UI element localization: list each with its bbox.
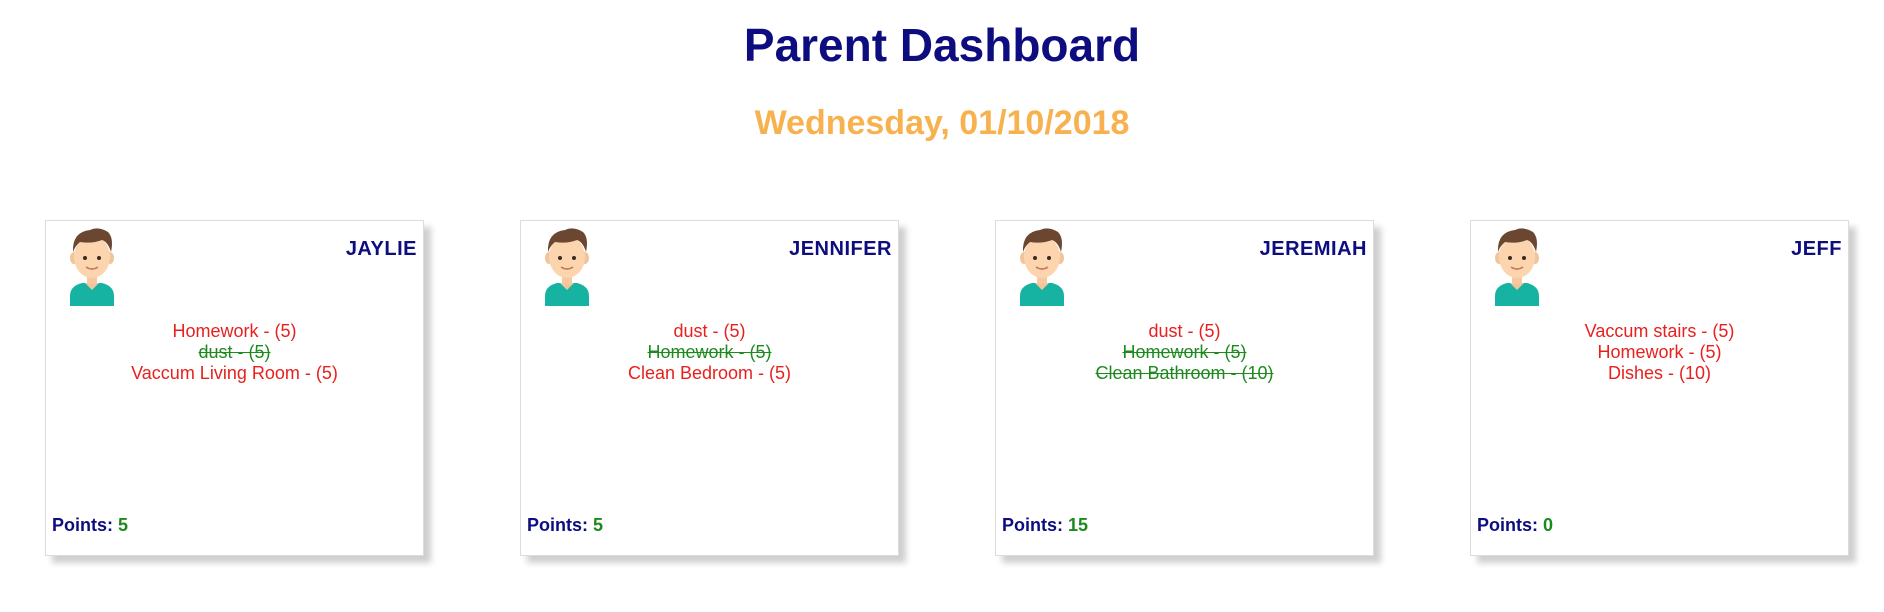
boy-avatar-icon — [1495, 228, 1539, 306]
child-name: JAYLIE — [345, 238, 417, 260]
chore-item[interactable]: Homework - (5) — [996, 342, 1373, 363]
points-summary: Points: 5 — [52, 515, 128, 536]
chore-list: dust - (5) Homework - (5) Clean Bedroom … — [521, 321, 898, 384]
child-name: JEREMIAH — [1259, 238, 1367, 260]
chore-item[interactable]: Vaccum stairs - (5) — [1471, 321, 1848, 342]
chore-item[interactable]: dust - (5) — [46, 342, 423, 363]
current-date: Wednesday, 01/10/2018 — [754, 104, 1130, 142]
points-value: 15 — [1068, 515, 1089, 535]
points-value: 5 — [118, 515, 129, 535]
points-label: Points: — [527, 515, 588, 535]
points-summary: Points: 0 — [1477, 515, 1553, 536]
child-card-jeff[interactable]: JEFF Vaccum stairs - (5) Homework - (5) … — [1470, 220, 1849, 556]
child-card-jeremiah[interactable]: JEREMIAH dust - (5) Homework - (5) Clean… — [995, 220, 1374, 556]
chore-item[interactable]: Homework - (5) — [521, 342, 898, 363]
points-summary: Points: 15 — [1002, 515, 1088, 536]
chore-item[interactable]: Homework - (5) — [46, 321, 423, 342]
points-label: Points: — [52, 515, 113, 535]
chore-list: Vaccum stairs - (5) Homework - (5) Dishe… — [1471, 321, 1848, 384]
child-card-jaylie[interactable]: JAYLIE Homework - (5) dust - (5) Vaccum … — [45, 220, 424, 556]
points-value: 0 — [1543, 515, 1554, 535]
chore-item[interactable]: Dishes - (10) — [1471, 363, 1848, 384]
child-name: JEFF — [1791, 238, 1842, 260]
points-summary: Points: 5 — [527, 515, 603, 536]
children-cards: JAYLIE Homework - (5) dust - (5) Vaccum … — [0, 220, 1884, 560]
chore-item[interactable]: Clean Bedroom - (5) — [521, 363, 898, 384]
points-label: Points: — [1477, 515, 1538, 535]
page-title: Parent Dashboard — [743, 19, 1141, 71]
child-card-jennifer[interactable]: JENNIFER dust - (5) Homework - (5) Clean… — [520, 220, 899, 556]
points-value: 5 — [593, 515, 604, 535]
chore-list: dust - (5) Homework - (5) Clean Bathroom… — [996, 321, 1373, 384]
boy-avatar-icon — [70, 228, 114, 306]
chore-list: Homework - (5) dust - (5) Vaccum Living … — [46, 321, 423, 384]
chore-item[interactable]: dust - (5) — [996, 321, 1373, 342]
points-label: Points: — [1002, 515, 1063, 535]
child-name: JENNIFER — [789, 238, 892, 260]
boy-avatar-icon — [545, 228, 589, 306]
boy-avatar-icon — [1020, 228, 1064, 306]
chore-item[interactable]: Vaccum Living Room - (5) — [46, 363, 423, 384]
chore-item[interactable]: dust - (5) — [521, 321, 898, 342]
chore-item[interactable]: Clean Bathroom - (10) — [996, 363, 1373, 384]
chore-item[interactable]: Homework - (5) — [1471, 342, 1848, 363]
